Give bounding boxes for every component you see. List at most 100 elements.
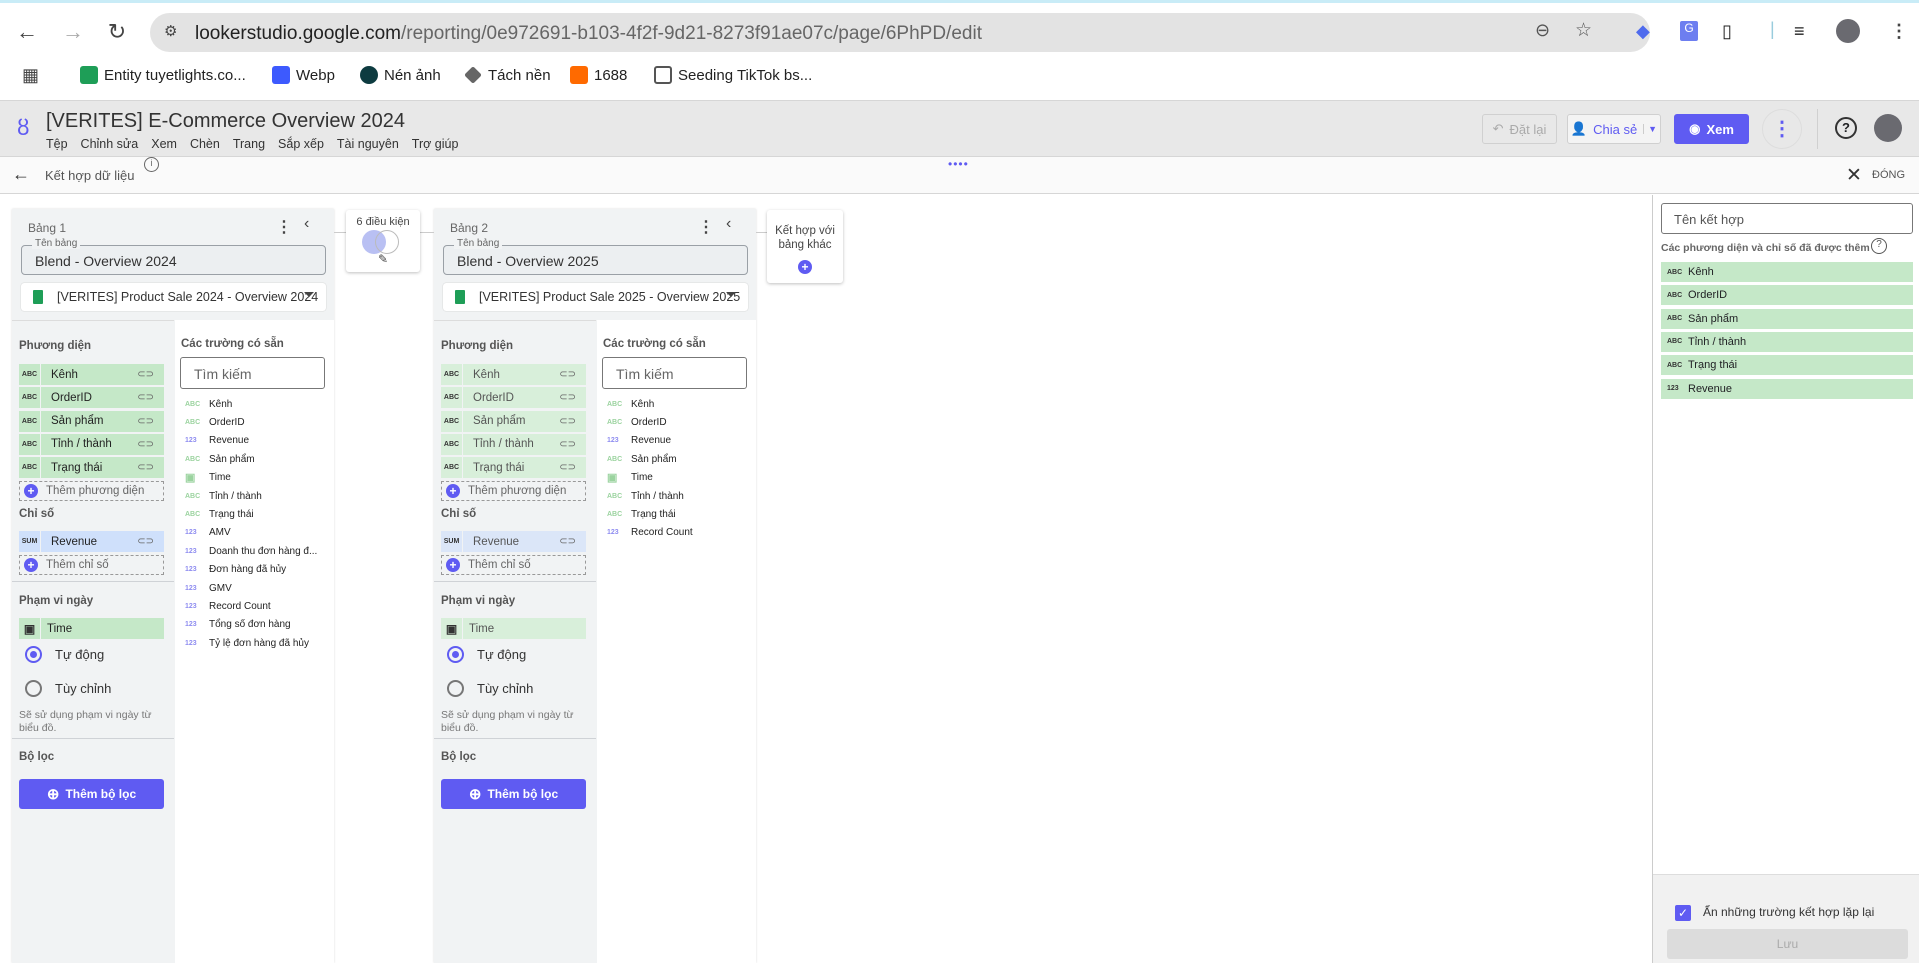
dimension-chip[interactable]: ABC Trạng thái ⊂⊃ bbox=[19, 457, 164, 479]
table-more-icon[interactable]: ⋮ bbox=[276, 217, 292, 237]
collapse-chevron-icon[interactable]: ‹ bbox=[726, 215, 731, 233]
dimension-chip[interactable]: ABC Trạng thái ⊂⊃ bbox=[441, 457, 586, 479]
bookmark-star-icon[interactable]: ☆ bbox=[1575, 19, 1592, 42]
dimension-chip[interactable]: ABC Sản phẩm ⊂⊃ bbox=[19, 410, 164, 432]
menu-view[interactable]: Xem bbox=[151, 137, 177, 151]
hide-repeated-checkbox[interactable]: ✓ bbox=[1675, 905, 1691, 921]
menu-arrange[interactable]: Sắp xếp bbox=[278, 137, 324, 151]
info-icon[interactable]: i bbox=[144, 157, 159, 172]
resize-handle[interactable]: •••• bbox=[948, 157, 969, 171]
report-title[interactable]: [VERITES] E-Commerce Overview 2024 bbox=[46, 110, 405, 133]
custom-radio[interactable]: Tùy chỉnh bbox=[25, 680, 111, 697]
custom-radio[interactable]: Tùy chỉnh bbox=[447, 680, 533, 697]
extension-tag-icon[interactable]: ◆ bbox=[1636, 21, 1650, 42]
blend-field-chip[interactable]: ABC OrderID bbox=[1661, 285, 1913, 306]
available-field-item[interactable]: ABC Sản phẩm bbox=[607, 450, 693, 468]
help-icon[interactable]: ? bbox=[1835, 117, 1857, 139]
bookmark-item[interactable]: 1688 bbox=[570, 66, 627, 84]
available-field-item[interactable]: 123 Record Count bbox=[607, 524, 693, 542]
extensions-puzzle-icon[interactable]: ▯ bbox=[1722, 21, 1732, 42]
bookmark-item[interactable]: Webp bbox=[272, 66, 335, 84]
translate-extension-icon[interactable]: G bbox=[1680, 21, 1698, 41]
data-source-select[interactable]: [VERITES] Product Sale 2025 - Overview 2… bbox=[443, 283, 748, 311]
add-filter-button[interactable]: ⊕ Thêm bộ lọc bbox=[441, 779, 586, 809]
table-more-icon[interactable]: ⋮ bbox=[698, 217, 714, 237]
available-field-item[interactable]: 123 Doanh thu đơn hàng đ... bbox=[185, 542, 317, 560]
share-dropdown-icon[interactable]: ▼ bbox=[1643, 124, 1657, 134]
dimension-chip[interactable]: ABC Sản phẩm ⊂⊃ bbox=[441, 410, 586, 432]
blend-field-chip[interactable]: 123 Revenue bbox=[1661, 378, 1913, 399]
field-search-input[interactable]: Tìm kiếm bbox=[180, 357, 325, 389]
bookmark-item[interactable]: Tách nền bbox=[464, 66, 551, 84]
forward-icon[interactable]: → bbox=[60, 19, 86, 45]
menu-edit[interactable]: Chỉnh sửa bbox=[81, 137, 139, 151]
table-name-field[interactable]: Tên bảng Blend - Overview 2024 bbox=[21, 238, 326, 275]
dimension-chip[interactable]: ABC OrderID ⊂⊃ bbox=[441, 387, 586, 409]
reload-icon[interactable]: ↻ bbox=[104, 19, 130, 45]
available-field-item[interactable]: 123 GMV bbox=[185, 579, 317, 597]
available-field-item[interactable]: ABC Kênh bbox=[607, 395, 693, 413]
table-name-field[interactable]: Tên bảng Blend - Overview 2025 bbox=[443, 238, 748, 275]
collapse-chevron-icon[interactable]: ‹ bbox=[304, 215, 309, 233]
add-dimension-button[interactable]: + Thêm phương diện bbox=[19, 481, 164, 501]
menu-file[interactable]: Tệp bbox=[46, 137, 68, 151]
bookmark-item[interactable]: Seeding TikTok bs... bbox=[654, 66, 812, 84]
save-button[interactable]: Lưu bbox=[1667, 929, 1908, 959]
available-field-item[interactable]: ABC Trạng thái bbox=[607, 505, 693, 523]
available-field-item[interactable]: ▣ Time bbox=[185, 469, 317, 487]
menu-page[interactable]: Trang bbox=[233, 137, 265, 151]
bookmark-item[interactable]: Nén ảnh bbox=[360, 66, 441, 84]
available-field-item[interactable]: 123 Tổng số đơn hàng bbox=[185, 616, 317, 634]
auto-radio[interactable]: Tự động bbox=[447, 646, 526, 663]
dimension-chip[interactable]: ABC Tỉnh / thành ⊂⊃ bbox=[441, 433, 586, 455]
date-field-chip[interactable]: ▣ Time bbox=[19, 618, 164, 639]
blend-name-input[interactable]: Tên kết hợp bbox=[1661, 203, 1913, 234]
site-settings-icon[interactable]: ⚙ bbox=[164, 22, 177, 40]
close-button[interactable]: ĐÓNG bbox=[1872, 169, 1905, 181]
date-field-chip[interactable]: ▣ Time bbox=[441, 618, 586, 639]
menu-help[interactable]: Trợ giúp bbox=[412, 137, 459, 151]
field-search-input[interactable]: Tìm kiếm bbox=[602, 357, 747, 389]
add-metric-button[interactable]: + Thêm chỉ số bbox=[19, 555, 164, 575]
available-field-item[interactable]: ABC Trạng thái bbox=[185, 505, 317, 523]
available-field-item[interactable]: 123 Đơn hàng đã hủy bbox=[185, 561, 317, 579]
share-button[interactable]: 👤 Chia sẻ ▼ bbox=[1567, 114, 1661, 144]
dimension-chip[interactable]: ABC Tỉnh / thành ⊂⊃ bbox=[19, 433, 164, 455]
profile-avatar[interactable] bbox=[1836, 19, 1860, 43]
add-dimension-button[interactable]: + Thêm phương diện bbox=[441, 481, 586, 501]
available-field-item[interactable]: 123 Revenue bbox=[607, 432, 693, 450]
available-field-item[interactable]: ABC Tỉnh / thành bbox=[607, 487, 693, 505]
join-conditions-button[interactable]: 6 điều kiện ✎ bbox=[346, 210, 420, 272]
media-control-icon[interactable]: ≡ bbox=[1794, 21, 1805, 42]
add-metric-button[interactable]: + Thêm chỉ số bbox=[441, 555, 586, 575]
zoom-out-icon[interactable]: ⊖ bbox=[1535, 20, 1550, 41]
bookmark-item[interactable]: Entity tuyetlights.co... bbox=[80, 66, 246, 84]
blend-field-chip[interactable]: ABC Trạng thái bbox=[1661, 355, 1913, 376]
browser-menu-icon[interactable]: ⋮ bbox=[1890, 21, 1908, 42]
apps-grid-icon[interactable]: ▦ bbox=[22, 65, 39, 86]
dimension-chip[interactable]: ABC Kênh ⊂⊃ bbox=[441, 364, 586, 385]
available-field-item[interactable]: ABC OrderID bbox=[607, 413, 693, 431]
back-icon[interactable]: ← bbox=[14, 19, 40, 45]
available-field-item[interactable]: ABC Sản phẩm bbox=[185, 450, 317, 468]
available-field-item[interactable]: ABC OrderID bbox=[185, 413, 317, 431]
back-arrow-icon[interactable]: ← bbox=[12, 164, 30, 185]
close-icon[interactable]: ✕ bbox=[1846, 164, 1862, 187]
reset-button[interactable]: ↶ Đặt lại bbox=[1482, 114, 1557, 144]
add-table-button[interactable]: Kết hợp với bảng khác + bbox=[767, 210, 843, 283]
data-source-select[interactable]: [VERITES] Product Sale 2024 - Overview 2… bbox=[21, 283, 326, 311]
metric-chip[interactable]: SUM Revenue ⊂⊃ bbox=[19, 531, 164, 552]
available-field-item[interactable]: 123 AMV bbox=[185, 524, 317, 542]
blend-field-chip[interactable]: ABC Sản phẩm bbox=[1661, 308, 1913, 329]
view-button[interactable]: ◉ Xem bbox=[1674, 114, 1749, 144]
available-field-item[interactable]: 123 Tỷ lệ đơn hàng đã hủy bbox=[185, 634, 317, 652]
address-bar[interactable]: ⚙ lookerstudio.google.com/reporting/0e97… bbox=[150, 13, 1650, 52]
available-field-item[interactable]: 123 Record Count bbox=[185, 597, 317, 615]
available-field-item[interactable]: ▣ Time bbox=[607, 469, 693, 487]
auto-radio[interactable]: Tự động bbox=[25, 646, 104, 663]
dimension-chip[interactable]: ABC Kênh ⊂⊃ bbox=[19, 364, 164, 385]
add-filter-button[interactable]: ⊕ Thêm bộ lọc bbox=[19, 779, 164, 809]
menu-insert[interactable]: Chèn bbox=[190, 137, 220, 151]
help-icon[interactable]: ? bbox=[1871, 238, 1887, 254]
menu-resources[interactable]: Tài nguyên bbox=[337, 137, 399, 151]
